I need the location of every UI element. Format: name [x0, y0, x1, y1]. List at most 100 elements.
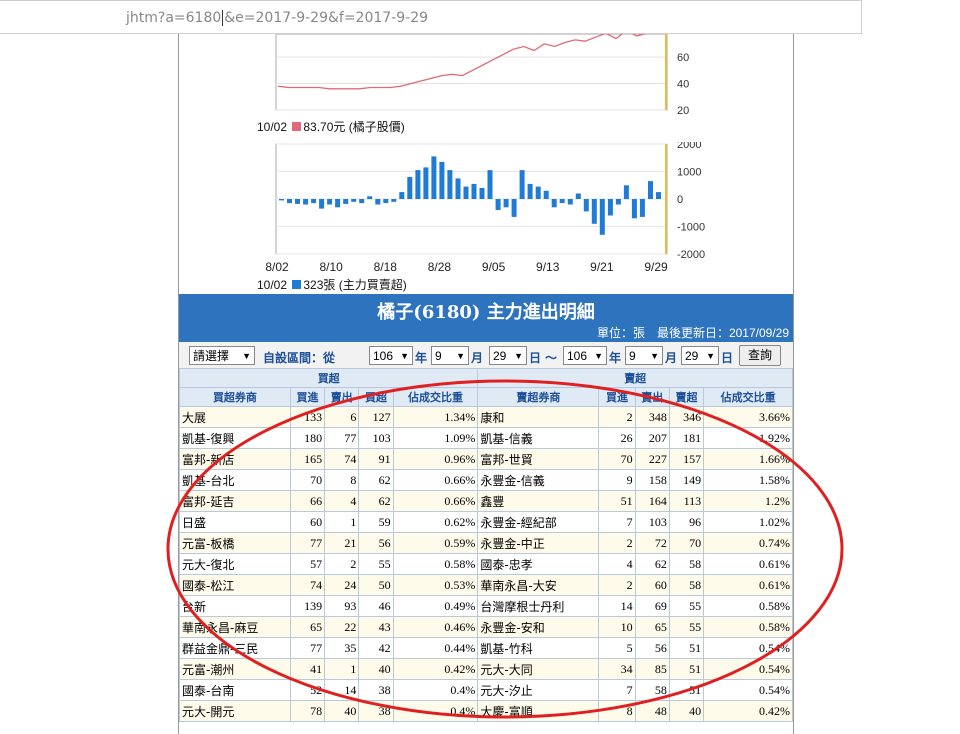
broker-name-cell[interactable]: 華南永昌-大安: [477, 574, 600, 596]
table-row: 大展 133 6 127 1.34% 康和 2 348 346 3.66%: [179, 406, 793, 428]
volume-legend: 10/02 323張 (主力買賣超): [257, 276, 407, 293]
value-cell: 56: [634, 637, 670, 659]
volume-x-tick: 9/29: [644, 260, 668, 274]
day-label: 日: [721, 351, 734, 365]
value-cell: 50: [358, 574, 394, 596]
value-cell: 0.58%: [703, 595, 793, 617]
value-cell: 0.66%: [392, 490, 479, 512]
price-legend-text: 83.70元 (橘子股價): [303, 120, 405, 134]
table-row: 元富-潮州 41 1 40 0.42% 元大-大同 34 85 51 0.54%: [179, 658, 793, 680]
value-cell: 1: [324, 511, 360, 533]
broker-name-cell[interactable]: 元大-開元: [179, 700, 291, 722]
broker-table: 買超 賣超 買超券商 買進 賣出 買超 佔成交比重 賣超券商 買進 賣出 賣超 佔成交比重 大展 1…: [178, 368, 793, 722]
volume-axis-tick: -1000: [677, 222, 705, 234]
volume-bar: [279, 199, 284, 201]
broker-name-cell[interactable]: 永豐金-信義: [477, 469, 600, 491]
dropdown-arrow-icon: ▼: [456, 351, 465, 361]
price-chart: 60 40 20: [275, 34, 689, 117]
from-year-select[interactable]: 106 ▼: [369, 346, 413, 365]
title-band: 橘子(6180) 主力進出明細 單位：張 最後更新日：2017/09/29: [179, 294, 793, 342]
query-button[interactable]: 查詢: [739, 345, 781, 366]
column-header[interactable]: 買超券商: [179, 387, 291, 407]
column-header[interactable]: 賣出: [634, 387, 670, 407]
table-row: 日盛 60 1 59 0.62% 永豐金-經紀部 7 103 96 1.02%: [179, 511, 793, 533]
broker-name-cell[interactable]: 凱基-復興: [179, 427, 291, 449]
broker-name-cell[interactable]: 凱基-台北: [179, 469, 291, 491]
column-header[interactable]: 佔成交比重: [703, 387, 793, 407]
column-header[interactable]: 賣出: [324, 387, 360, 407]
broker-name-cell[interactable]: 台新: [179, 595, 291, 617]
broker-name-cell[interactable]: 元大-復北: [179, 553, 291, 575]
broker-name-cell[interactable]: 富邦-新店: [179, 448, 291, 470]
volume-axis-tick: 2000: [677, 142, 701, 151]
broker-name-cell[interactable]: 日盛: [179, 511, 291, 533]
volume-chart: 2000 1000 0 -1000 -2000 8/02 8/10 8/18 8/28 9/05 9…: [265, 142, 705, 274]
broker-name-cell[interactable]: 華南永昌-麻豆: [179, 616, 291, 638]
broker-name-cell[interactable]: 大展: [179, 406, 291, 428]
broker-name-cell[interactable]: 國泰-松江: [179, 574, 291, 596]
from-day-select[interactable]: 29 ▼: [489, 346, 527, 365]
value-cell: 0.59%: [392, 532, 479, 554]
value-cell: 0.4%: [392, 700, 479, 722]
broker-name-cell[interactable]: 國泰-忠孝: [477, 553, 600, 575]
broker-name-cell[interactable]: 永豐金-中正: [477, 532, 600, 554]
preset-select[interactable]: 請選擇 ▼: [189, 346, 255, 365]
value-cell: 78: [289, 700, 326, 722]
dropdown-arrow-icon: ▼: [594, 351, 603, 361]
value-cell: 149: [668, 469, 705, 491]
broker-name-cell[interactable]: 富邦-世貿: [477, 448, 600, 470]
broker-name-cell[interactable]: 群益金鼎-三民: [179, 637, 291, 659]
column-header[interactable]: 買進: [598, 387, 636, 407]
value-cell: 77: [324, 427, 360, 449]
value-cell: 1.2%: [703, 490, 793, 512]
column-header[interactable]: 買進: [289, 387, 326, 407]
value-cell: 96: [668, 511, 705, 533]
from-month-select[interactable]: 9 ▼: [431, 346, 469, 365]
volume-x-tick: 8/18: [374, 260, 398, 274]
broker-name-cell[interactable]: 元富-潮州: [179, 658, 291, 680]
broker-name-cell[interactable]: 凱基-信義: [477, 427, 600, 449]
to-day-select[interactable]: 29 ▼: [681, 346, 719, 365]
dropdown-arrow-icon: ▼: [400, 351, 409, 361]
column-header[interactable]: 賣超: [668, 387, 705, 407]
value-cell: 70: [668, 532, 705, 554]
value-cell: 0.96%: [392, 448, 479, 470]
value-cell: 77: [289, 532, 326, 554]
table-row: 群益金鼎-三民 77 35 42 0.44% 凱基-竹科 5 56 51 0.54%: [179, 637, 793, 659]
broker-name-cell[interactable]: 元大-大同: [477, 658, 600, 680]
value-cell: 0.74%: [703, 532, 793, 554]
broker-name-cell[interactable]: 永豐金-經紀部: [477, 511, 600, 533]
address-bar[interactable]: jhtm?a=6180 &e=2017-9-29&f=2017-9-29: [0, 0, 862, 34]
broker-name-cell[interactable]: 富邦-延吉: [179, 490, 291, 512]
value-cell: 59: [358, 511, 394, 533]
column-header[interactable]: 買超: [358, 387, 394, 407]
broker-name-cell[interactable]: 元大-汐止: [477, 679, 600, 701]
value-cell: 57: [289, 553, 326, 575]
column-header[interactable]: 賣超券商: [477, 387, 600, 407]
volume-bar: [343, 199, 349, 204]
price-axis-tick: 60: [677, 52, 689, 64]
preset-value: 請選擇: [193, 349, 230, 363]
broker-name-cell[interactable]: 大慶-富順: [477, 700, 600, 722]
value-cell: 14: [324, 679, 360, 701]
broker-name-cell[interactable]: 元富-板橋: [179, 532, 291, 554]
value-cell: 93: [324, 595, 360, 617]
broker-name-cell[interactable]: 鑫豐: [477, 490, 600, 512]
broker-name-cell[interactable]: 永豐金-安和: [477, 616, 600, 638]
volume-bar: [423, 167, 429, 199]
value-cell: 40: [324, 700, 360, 722]
value-cell: 58: [668, 574, 705, 596]
broker-name-cell[interactable]: 康和: [477, 406, 600, 428]
broker-name-cell[interactable]: 凱基-竹科: [477, 637, 600, 659]
value-cell: 8: [324, 469, 360, 491]
value-cell: 70: [289, 469, 326, 491]
to-month-select[interactable]: 9 ▼: [625, 346, 663, 365]
unit-text: 單位：張 最後更新日：2017/09/29: [596, 326, 789, 340]
value-cell: 157: [668, 448, 705, 470]
value-cell: 77: [289, 637, 326, 659]
value-cell: 0.42%: [703, 700, 793, 722]
broker-name-cell[interactable]: 台灣摩根士丹利: [477, 595, 600, 617]
to-year-select[interactable]: 106 ▼: [563, 346, 607, 365]
broker-name-cell[interactable]: 國泰-台南: [179, 679, 291, 701]
column-header[interactable]: 佔成交比重: [392, 387, 479, 407]
